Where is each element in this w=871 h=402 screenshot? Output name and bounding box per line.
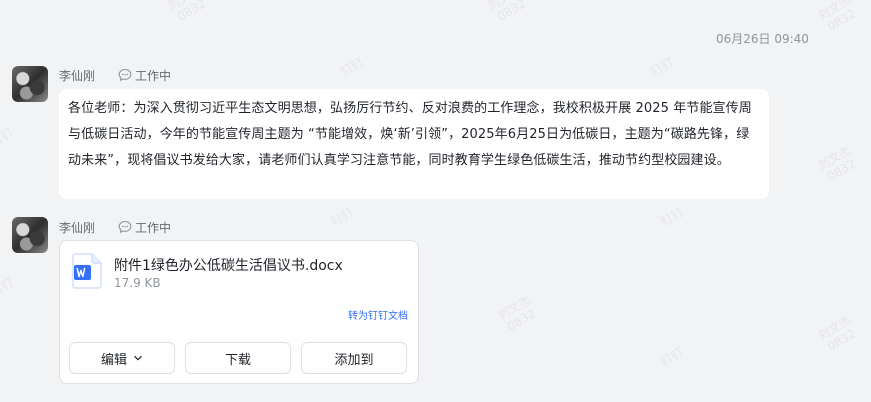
download-button-label: 下载 xyxy=(224,352,251,368)
sender-name[interactable]: 李仙刚 xyxy=(59,219,95,236)
watermark-text: 刘文杰 0832 xyxy=(165,0,209,24)
status-label: 工作中 xyxy=(135,68,172,83)
sender-name[interactable]: 李仙刚 xyxy=(59,67,95,84)
status-label: 工作中 xyxy=(135,220,172,235)
message-text: 各位老师：为深入贯彻习近平生态文明思想，弘扬厉行节约、反对浪费的工作理念，我校积… xyxy=(68,101,752,168)
download-button[interactable]: 下载 xyxy=(185,342,291,374)
sender-status: 工作中 xyxy=(118,67,171,84)
convert-to-doc-link[interactable]: 转为钉钉文档 xyxy=(348,307,408,322)
watermark-text: 刘文杰 0832 xyxy=(485,0,529,24)
sender-status: 工作中 xyxy=(118,219,171,236)
chevron-down-icon xyxy=(134,355,142,361)
word-doc-icon xyxy=(72,253,102,289)
file-attachment-card[interactable]: 附件1绿色办公低碳生活倡议书.docx 17.9 KB 转为钉钉文档 编辑 下载… xyxy=(59,240,419,384)
watermark-text: 钉钉 xyxy=(328,204,356,230)
watermark-text: 钉钉 xyxy=(658,344,686,370)
message-bubble[interactable]: 各位老师：为深入贯彻习近平生态文明思想，弘扬厉行节约、反对浪费的工作理念，我校积… xyxy=(59,89,769,199)
watermark-text: 钉钉 xyxy=(658,204,686,230)
watermark-text: 钉钉 xyxy=(648,54,676,80)
watermark-text: 刘文杰 0832 xyxy=(815,0,859,34)
watermark-text: 钉钉 xyxy=(0,274,16,300)
edit-button[interactable]: 编辑 xyxy=(69,342,175,374)
sender-avatar[interactable] xyxy=(12,217,48,253)
watermark-text: 刘文杰 0832 xyxy=(815,142,859,184)
sender-info: 李仙刚 工作中 xyxy=(59,218,171,236)
edit-button-label: 编辑 xyxy=(100,352,127,368)
sender-avatar[interactable] xyxy=(12,66,48,102)
chat-bubble-icon xyxy=(118,68,132,82)
message-timestamp: 06月26日 09:40 xyxy=(716,32,809,46)
watermark-text: 刘文杰 0832 xyxy=(495,292,539,334)
add-to-button[interactable]: 添加到 xyxy=(301,342,407,374)
watermark-text: 钉钉 xyxy=(338,54,366,80)
watermark-text: 刘文杰 0832 xyxy=(815,312,859,354)
add-to-button-label: 添加到 xyxy=(334,352,374,368)
chat-bubble-icon xyxy=(118,220,132,234)
file-name[interactable]: 附件1绿色办公低碳生活倡议书.docx xyxy=(114,255,343,275)
sender-info: 李仙刚 工作中 xyxy=(59,66,171,84)
watermark-text: 钉钉 xyxy=(0,124,16,150)
file-size: 17.9 KB xyxy=(114,276,161,290)
